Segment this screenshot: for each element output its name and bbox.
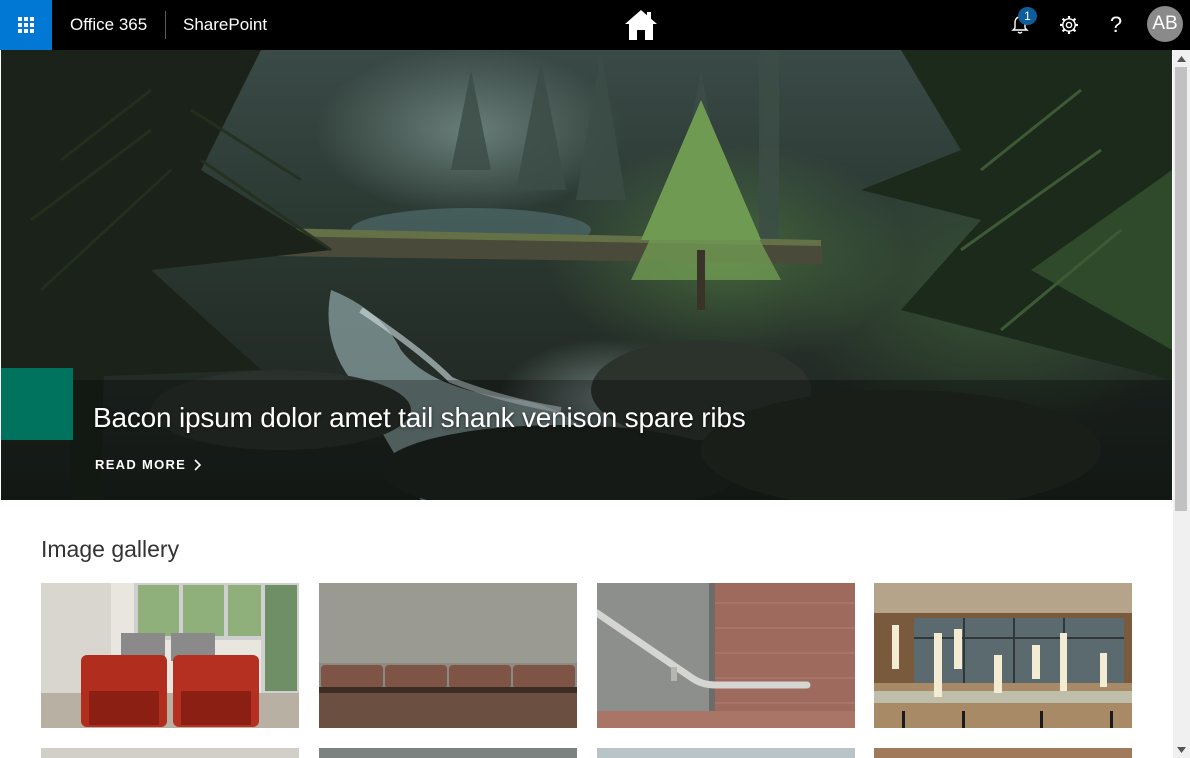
office-365-link[interactable]: Office 365	[70, 0, 147, 50]
read-more-link[interactable]: READ MORE	[95, 457, 202, 472]
settings-button[interactable]	[1047, 0, 1091, 50]
read-more-label: READ MORE	[95, 457, 187, 472]
suite-bar: Office 365 SharePoint 1 ? AB	[0, 0, 1190, 50]
gallery-image-red-armchairs[interactable]	[41, 583, 299, 728]
scroll-down-button[interactable]	[1173, 741, 1190, 758]
sharepoint-link[interactable]: SharePoint	[183, 0, 267, 50]
gallery-image-row2-4[interactable]	[874, 748, 1132, 758]
app-launcher-button[interactable]	[0, 0, 52, 50]
gallery-image-pendant-lights[interactable]	[874, 583, 1132, 728]
suite-bar-divider	[165, 11, 166, 39]
notifications-button[interactable]	[998, 0, 1042, 50]
hero-accent-block	[1, 368, 73, 440]
arrow-up-icon	[1177, 55, 1186, 62]
gallery-image-row2-1[interactable]	[41, 748, 299, 758]
help-button[interactable]: ?	[1094, 0, 1138, 50]
scroll-thumb[interactable]	[1175, 67, 1187, 511]
help-icon: ?	[1109, 12, 1123, 37]
arrow-down-icon	[1177, 746, 1186, 753]
chevron-right-icon	[194, 458, 202, 471]
gallery-image-row2-3[interactable]	[597, 748, 855, 758]
user-avatar[interactable]: AB	[1147, 6, 1183, 42]
gallery-image-row2-2[interactable]	[319, 748, 577, 758]
gear-icon	[1060, 16, 1078, 34]
notification-badge: 1	[1018, 7, 1037, 25]
scroll-up-button[interactable]	[1173, 50, 1190, 67]
image-gallery-heading: Image gallery	[41, 536, 180, 562]
hero-title[interactable]: Bacon ipsum dolor amet tail shank veniso…	[93, 402, 746, 434]
vertical-scrollbar[interactable]	[1173, 50, 1190, 758]
home-icon[interactable]	[623, 8, 659, 42]
waffle-icon	[18, 17, 34, 33]
hero-banner[interactable]: Bacon ipsum dolor amet tail shank veniso…	[1, 50, 1172, 500]
gallery-image-brown-bench[interactable]	[319, 583, 577, 728]
gallery-image-handrail[interactable]	[597, 583, 855, 728]
